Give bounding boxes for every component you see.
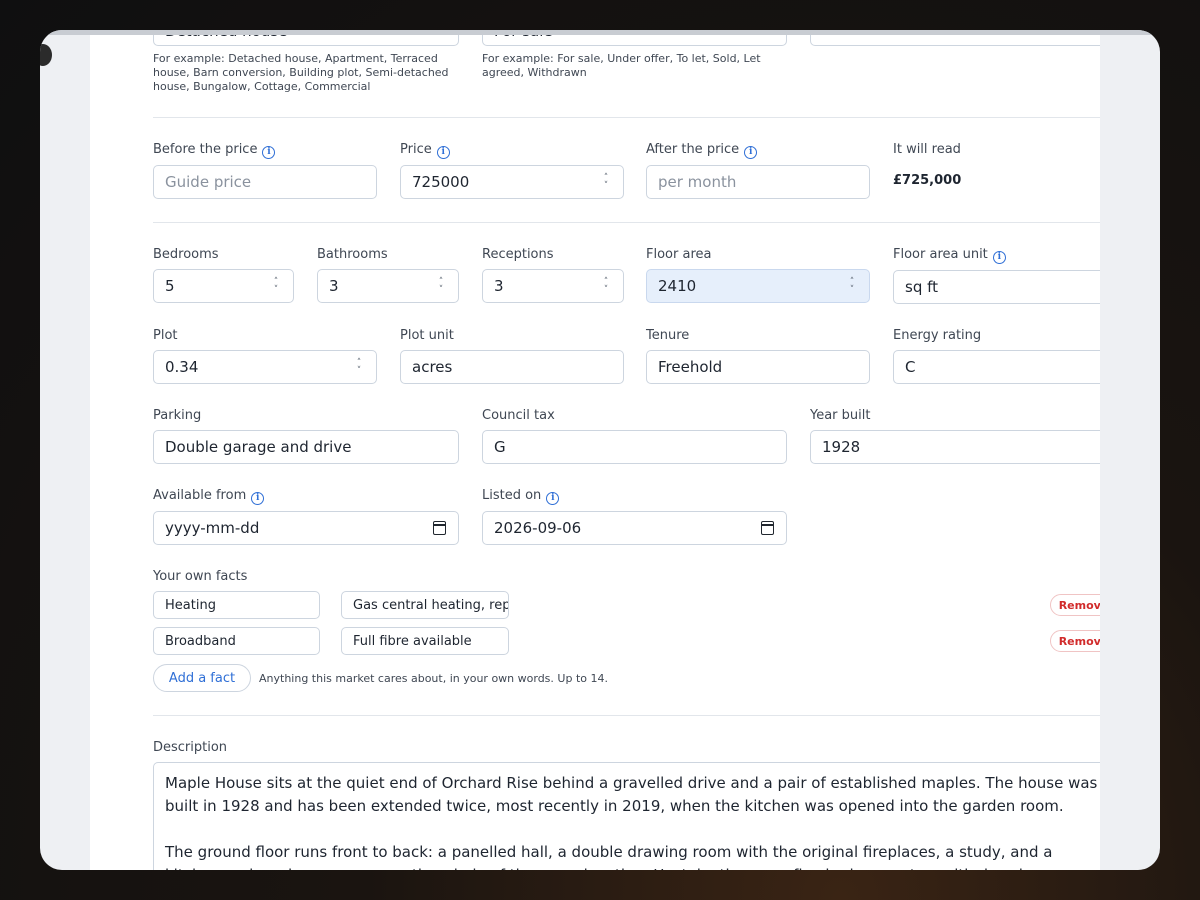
parking-label: Parking (153, 408, 202, 423)
info-icon[interactable]: i (251, 492, 265, 505)
before-price-input[interactable]: Guide price (153, 165, 377, 199)
plot-label: Plot (153, 328, 178, 343)
reads-label: It will read (893, 142, 961, 157)
divider (153, 715, 1100, 716)
stepper-icon[interactable]: ˄ ˅ (436, 278, 446, 295)
energy-input[interactable]: C (893, 350, 1100, 384)
after-price-label: After the price i (646, 142, 758, 159)
remove-fact-button[interactable]: Remove (1050, 594, 1100, 616)
property-type-help: For example: Detached house, Apartment, … (153, 52, 449, 93)
after-price-input[interactable]: per month (646, 165, 870, 199)
floor-area-input[interactable]: 2410 ˄ ˅ (646, 269, 870, 303)
description-textarea[interactable]: Maple House sits at the quiet end of Orc… (153, 762, 1100, 870)
stepper-icon[interactable]: ˄ ˅ (354, 359, 364, 376)
add-fact-button[interactable]: Add a fact (153, 664, 251, 692)
price-input[interactable]: 725000 ˄ ˅ (400, 165, 624, 199)
property-type-input[interactable]: Detached house (153, 35, 459, 46)
own-facts-label: Your own facts (153, 569, 248, 584)
listed-on-input[interactable]: 2026-09-06 (482, 511, 787, 545)
fact-name-input[interactable]: Heating (153, 591, 320, 619)
bedrooms-label: Bedrooms (153, 247, 219, 262)
app-window: Detached house For sale For example: Det… (40, 30, 1160, 870)
available-from-label: Available from i (153, 488, 265, 505)
bathrooms-input[interactable]: 3 ˄ ˅ (317, 269, 459, 303)
reads-value: £725,000 (893, 173, 962, 188)
stepper-icon[interactable]: ˄ ˅ (271, 278, 281, 295)
parking-input[interactable]: Double garage and drive (153, 430, 459, 464)
price-label: Price i (400, 142, 450, 159)
floor-unit-input[interactable]: sq ft (893, 270, 1100, 304)
bathrooms-label: Bathrooms (317, 247, 388, 262)
receptions-label: Receptions (482, 247, 554, 262)
tenure-label: Tenure (646, 328, 690, 343)
info-icon[interactable]: i (436, 146, 450, 159)
stepper-icon[interactable]: ˄ ˅ (601, 174, 611, 191)
fact-value-input[interactable]: Full fibre available (341, 627, 509, 655)
council-tax-input[interactable]: G (482, 430, 787, 464)
add-fact-hint: Anything this market cares about, in you… (259, 672, 608, 685)
fact-name-input[interactable]: Broadband (153, 627, 320, 655)
council-tax-label: Council tax (482, 408, 555, 423)
listing-form-panel: Detached house For sale For example: Det… (90, 35, 1100, 870)
info-icon[interactable]: i (546, 492, 560, 505)
available-from-input[interactable]: yyyy-mm-dd (153, 511, 459, 545)
description-label: Description (153, 740, 228, 755)
energy-label: Energy rating (893, 328, 982, 343)
receptions-input[interactable]: 3 ˄ ˅ (482, 269, 624, 303)
info-icon[interactable]: i (744, 146, 758, 159)
scroll-handle[interactable] (40, 44, 52, 66)
divider (153, 117, 1100, 118)
before-price-label: Before the price i (153, 142, 276, 159)
divider (153, 222, 1100, 223)
info-icon[interactable]: i (262, 146, 276, 159)
plot-unit-input[interactable]: acres (400, 350, 624, 384)
listed-on-label: Listed on i (482, 488, 560, 505)
plot-unit-label: Plot unit (400, 328, 454, 343)
year-built-input[interactable]: 1928 (810, 430, 1100, 464)
stepper-icon[interactable]: ˄ ˅ (601, 278, 611, 295)
plot-input[interactable]: 0.34 ˄ ˅ (153, 350, 377, 384)
description-paragraph: Maple House sits at the quiet end of Orc… (165, 774, 1098, 815)
floor-unit-label: Floor area unit i (893, 247, 1006, 264)
info-icon[interactable]: i (992, 251, 1006, 264)
calendar-icon[interactable] (761, 521, 774, 535)
bedrooms-input[interactable]: 5 ˄ ˅ (153, 269, 294, 303)
top-right-input[interactable] (810, 35, 1100, 46)
tenure-input[interactable]: Freehold (646, 350, 870, 384)
year-built-label: Year built (810, 408, 871, 423)
floor-area-label: Floor area (646, 247, 712, 262)
remove-fact-button[interactable]: Remove (1050, 630, 1100, 652)
description-paragraph: The ground floor runs front to back: a p… (165, 843, 1098, 870)
fact-value-input[interactable]: Gas central heating, replaced 2021 (341, 591, 509, 619)
stepper-icon[interactable]: ˄ ˅ (847, 278, 857, 295)
calendar-icon[interactable] (433, 521, 446, 535)
status-help: For example: For sale, Under offer, To l… (482, 52, 761, 79)
status-input[interactable]: For sale (482, 35, 787, 46)
